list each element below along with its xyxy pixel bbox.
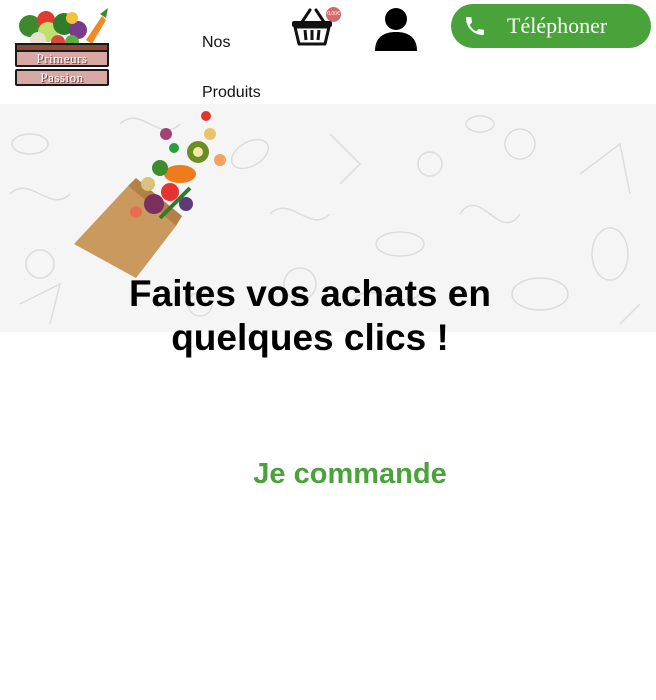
hero-title: Faites vos achats en quelques clics ! xyxy=(129,273,491,358)
vegetables-illustration xyxy=(15,8,109,55)
cart-total-badge: 0,00€ xyxy=(326,7,341,22)
site-header: Primeurs Passion Nos Produits 0,00€ Télé… xyxy=(0,0,656,104)
user-icon xyxy=(375,8,417,51)
call-button[interactable]: Téléphoner xyxy=(451,4,651,48)
account-button[interactable] xyxy=(374,7,418,51)
grocery-bag-illustration xyxy=(74,111,226,278)
nav-products-link[interactable]: Nos Produits xyxy=(202,18,282,118)
logo-text-passion: Passion xyxy=(15,69,109,86)
order-cta-link[interactable]: Je commande xyxy=(230,452,470,496)
call-button-label: Téléphoner xyxy=(507,13,608,38)
logo[interactable]: Primeurs Passion xyxy=(12,6,112,92)
logo-text-primeurs: Primeurs xyxy=(15,50,109,67)
phone-icon xyxy=(466,17,484,35)
